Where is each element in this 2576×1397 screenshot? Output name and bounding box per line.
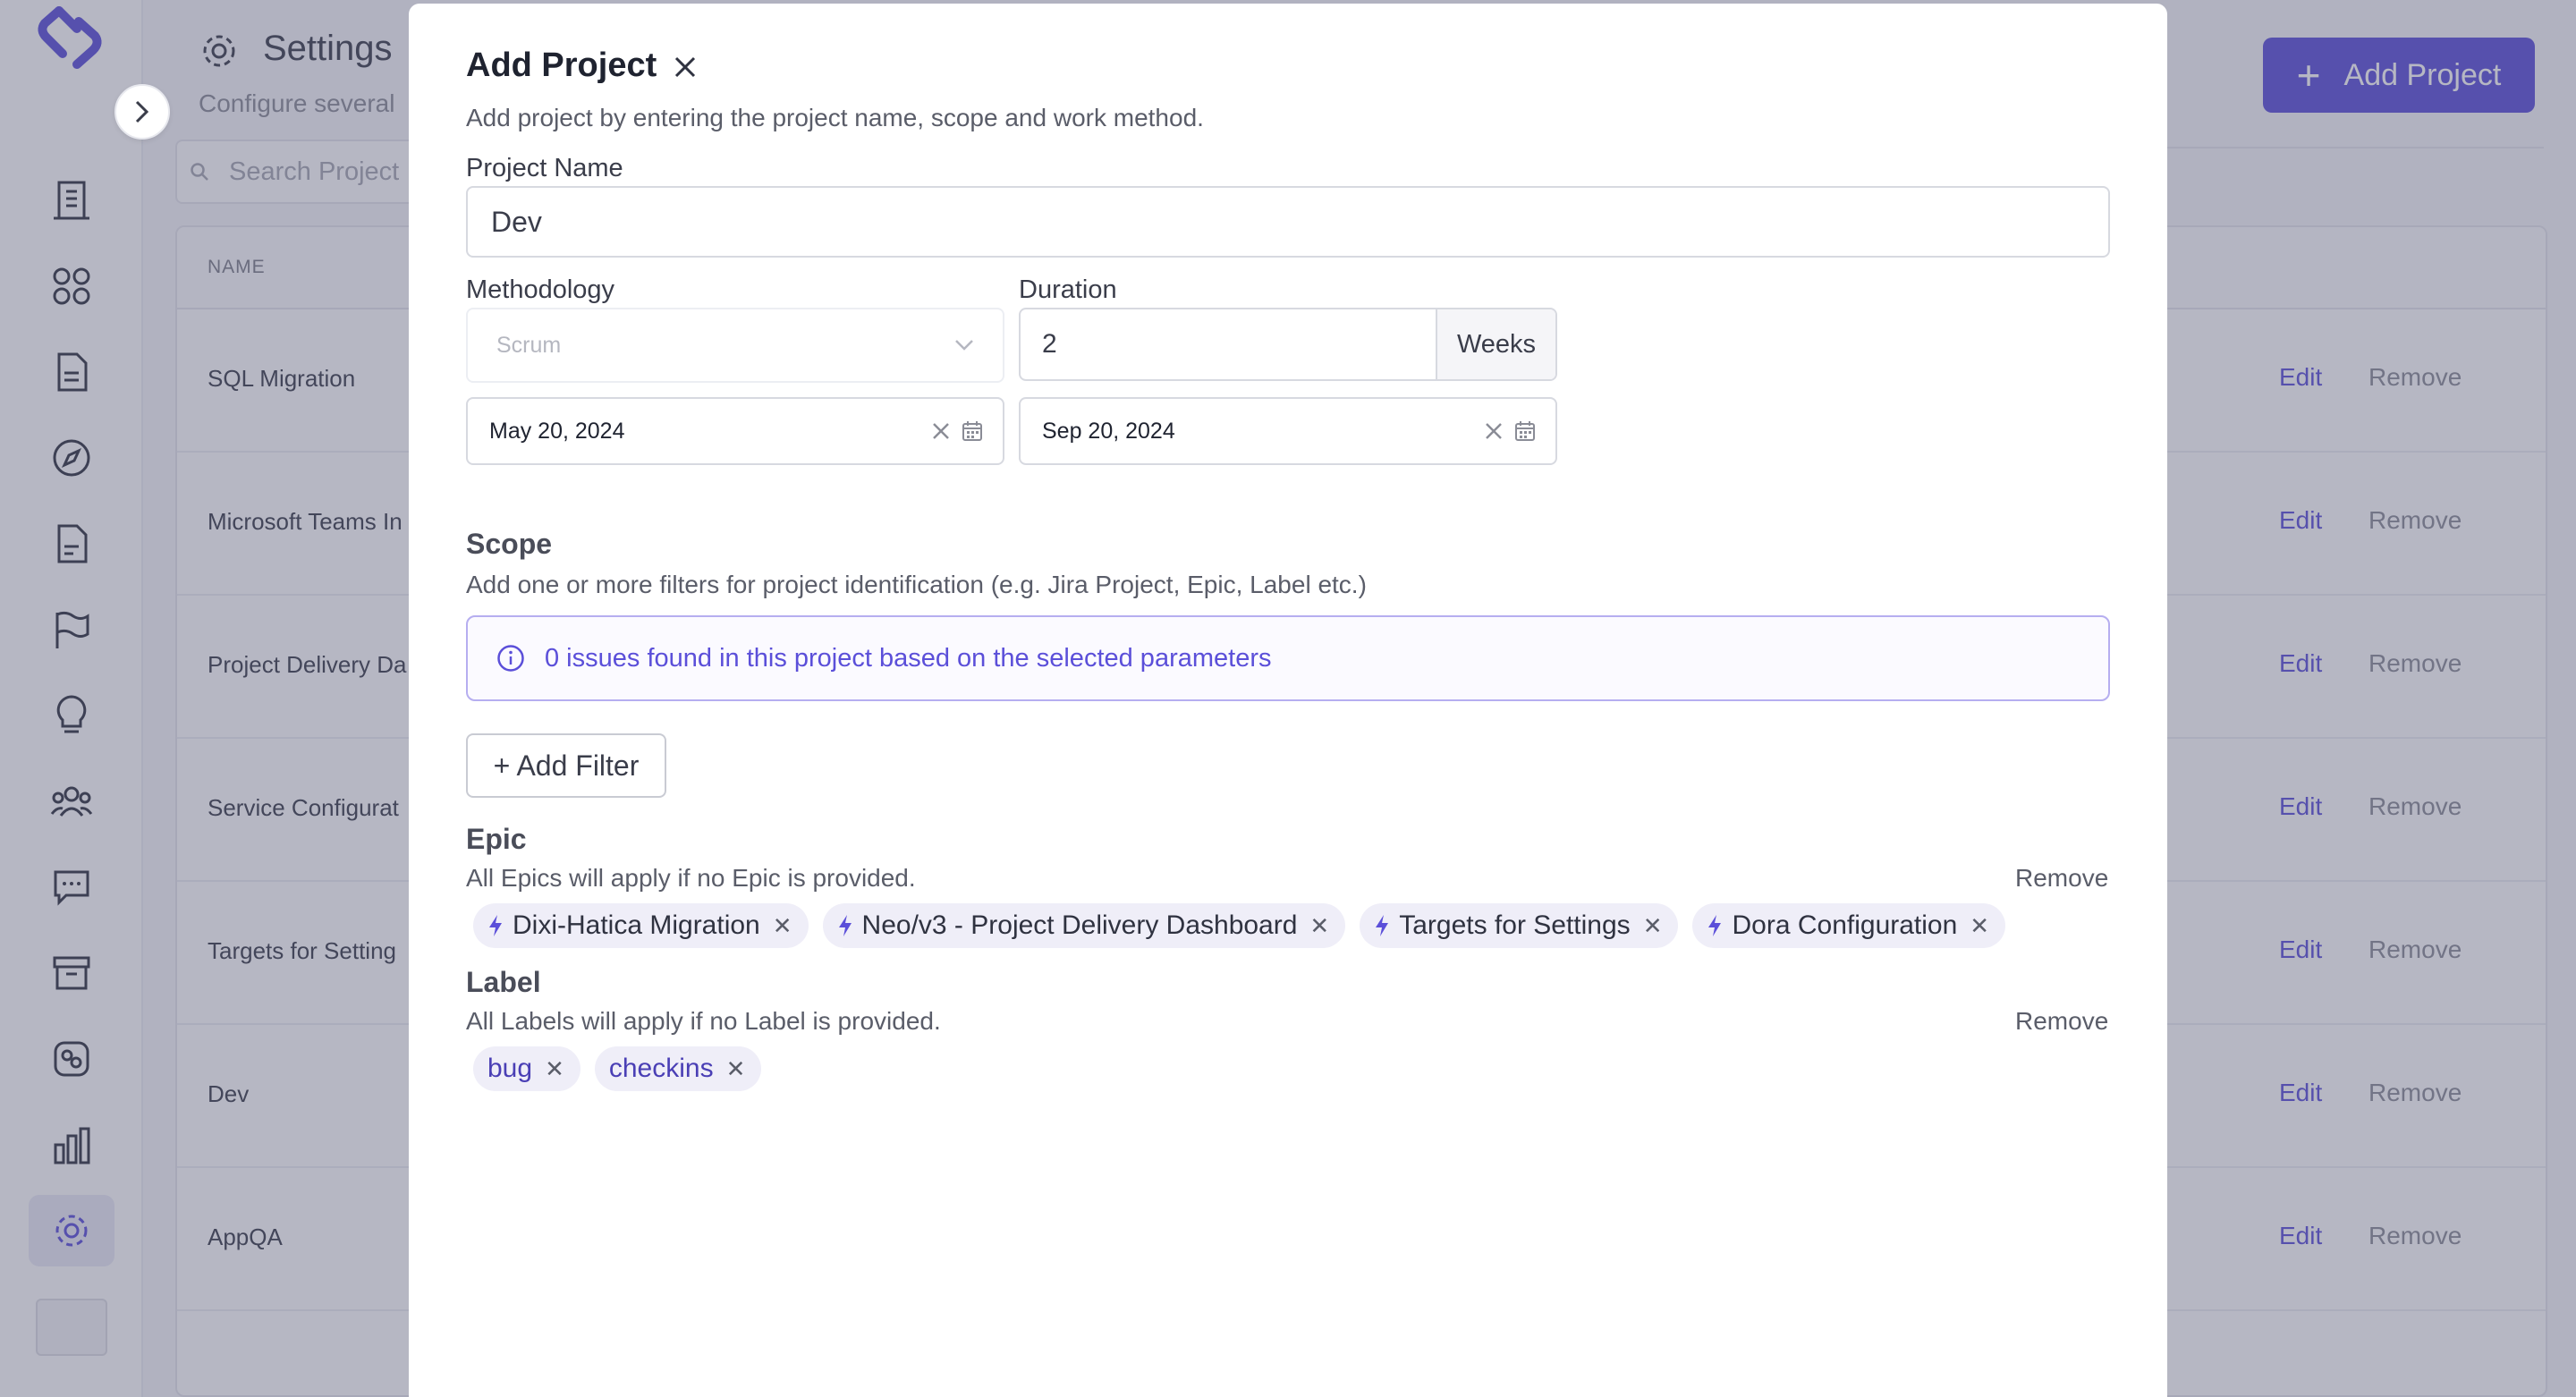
close-icon — [674, 56, 696, 78]
epic-chip: Dora Configuration ✕ — [1692, 903, 2006, 948]
remove-chip-icon[interactable]: ✕ — [545, 1055, 564, 1083]
epic-chip: Dixi-Hatica Migration ✕ — [473, 903, 809, 948]
label-chip: bug ✕ — [473, 1046, 580, 1091]
add-project-modal: Add Project Add project by entering the … — [409, 4, 2167, 1397]
epic-chip: Neo/v3 - Project Delivery Dashboard ✕ — [822, 903, 1346, 948]
info-icon — [497, 645, 524, 672]
remove-chip-icon[interactable]: ✕ — [1643, 912, 1663, 940]
calendar-icon[interactable] — [962, 420, 983, 442]
epic-description: All Epics will apply if no Epic is provi… — [466, 864, 916, 892]
bolt-icon — [489, 915, 502, 936]
modal-title: Add Project — [466, 47, 657, 84]
chip-label: Dixi-Hatica Migration — [513, 910, 760, 940]
chip-label: Targets for Settings — [1399, 910, 1631, 940]
clear-icon[interactable] — [931, 421, 951, 441]
chevron-right-icon — [135, 100, 149, 123]
clear-icon[interactable] — [1484, 421, 1504, 441]
epic-title: Epic — [466, 823, 527, 855]
chip-label: Neo/v3 - Project Delivery Dashboard — [861, 910, 1298, 940]
modal-description: Add project by entering the project name… — [466, 104, 1204, 131]
issues-info-banner: 0 issues found in this project based on … — [466, 615, 2110, 701]
add-filter-button[interactable]: + Add Filter — [466, 733, 666, 798]
remove-chip-icon[interactable]: ✕ — [773, 912, 792, 940]
end-date-picker[interactable]: Sep 20, 2024 — [1019, 397, 1557, 465]
duration-input[interactable]: 2 — [1021, 309, 1436, 379]
end-date-value: Sep 20, 2024 — [1042, 418, 1175, 444]
epic-chip-list: Dixi-Hatica Migration ✕ Neo/v3 - Project… — [473, 903, 2006, 948]
methodology-label: Methodology — [466, 275, 615, 304]
methodology-select[interactable]: Scrum — [466, 308, 1004, 383]
bolt-icon — [1376, 915, 1389, 936]
label-chip-list: bug ✕ checkins ✕ — [473, 1046, 762, 1091]
project-name-label: Project Name — [466, 154, 623, 182]
chevron-down-icon — [955, 340, 973, 351]
remove-chip-icon[interactable]: ✕ — [1970, 912, 1989, 940]
start-date-value: May 20, 2024 — [489, 418, 625, 444]
start-date-picker[interactable]: May 20, 2024 — [466, 397, 1004, 465]
bolt-icon — [1708, 915, 1722, 936]
epic-chip: Targets for Settings ✕ — [1360, 903, 1679, 948]
bolt-icon — [838, 915, 852, 936]
remove-chip-icon[interactable]: ✕ — [1309, 912, 1329, 940]
calendar-icon[interactable] — [1514, 420, 1536, 442]
scope-description: Add one or more filters for project iden… — [466, 571, 1367, 598]
close-button[interactable] — [668, 50, 702, 84]
chip-label: Dora Configuration — [1732, 910, 1958, 940]
scope-title: Scope — [466, 528, 553, 560]
info-text: 0 issues found in this project based on … — [545, 643, 1272, 673]
epic-remove-link[interactable]: Remove — [2015, 864, 2108, 893]
duration-label: Duration — [1019, 275, 1117, 304]
duration-unit: Weeks — [1436, 309, 1555, 379]
methodology-value: Scrum — [496, 332, 562, 358]
label-remove-link[interactable]: Remove — [2015, 1007, 2108, 1036]
label-description: All Labels will apply if no Label is pro… — [466, 1007, 941, 1035]
chip-label: checkins — [608, 1054, 714, 1083]
label-chip: checkins ✕ — [594, 1046, 762, 1091]
duration-input-group: 2 Weeks — [1019, 308, 1557, 381]
label-title: Label — [466, 966, 541, 998]
chip-label: bug — [487, 1054, 533, 1083]
remove-chip-icon[interactable]: ✕ — [726, 1055, 746, 1083]
sidebar-expand-button[interactable] — [114, 84, 170, 140]
project-name-input[interactable]: Dev — [466, 186, 2110, 258]
